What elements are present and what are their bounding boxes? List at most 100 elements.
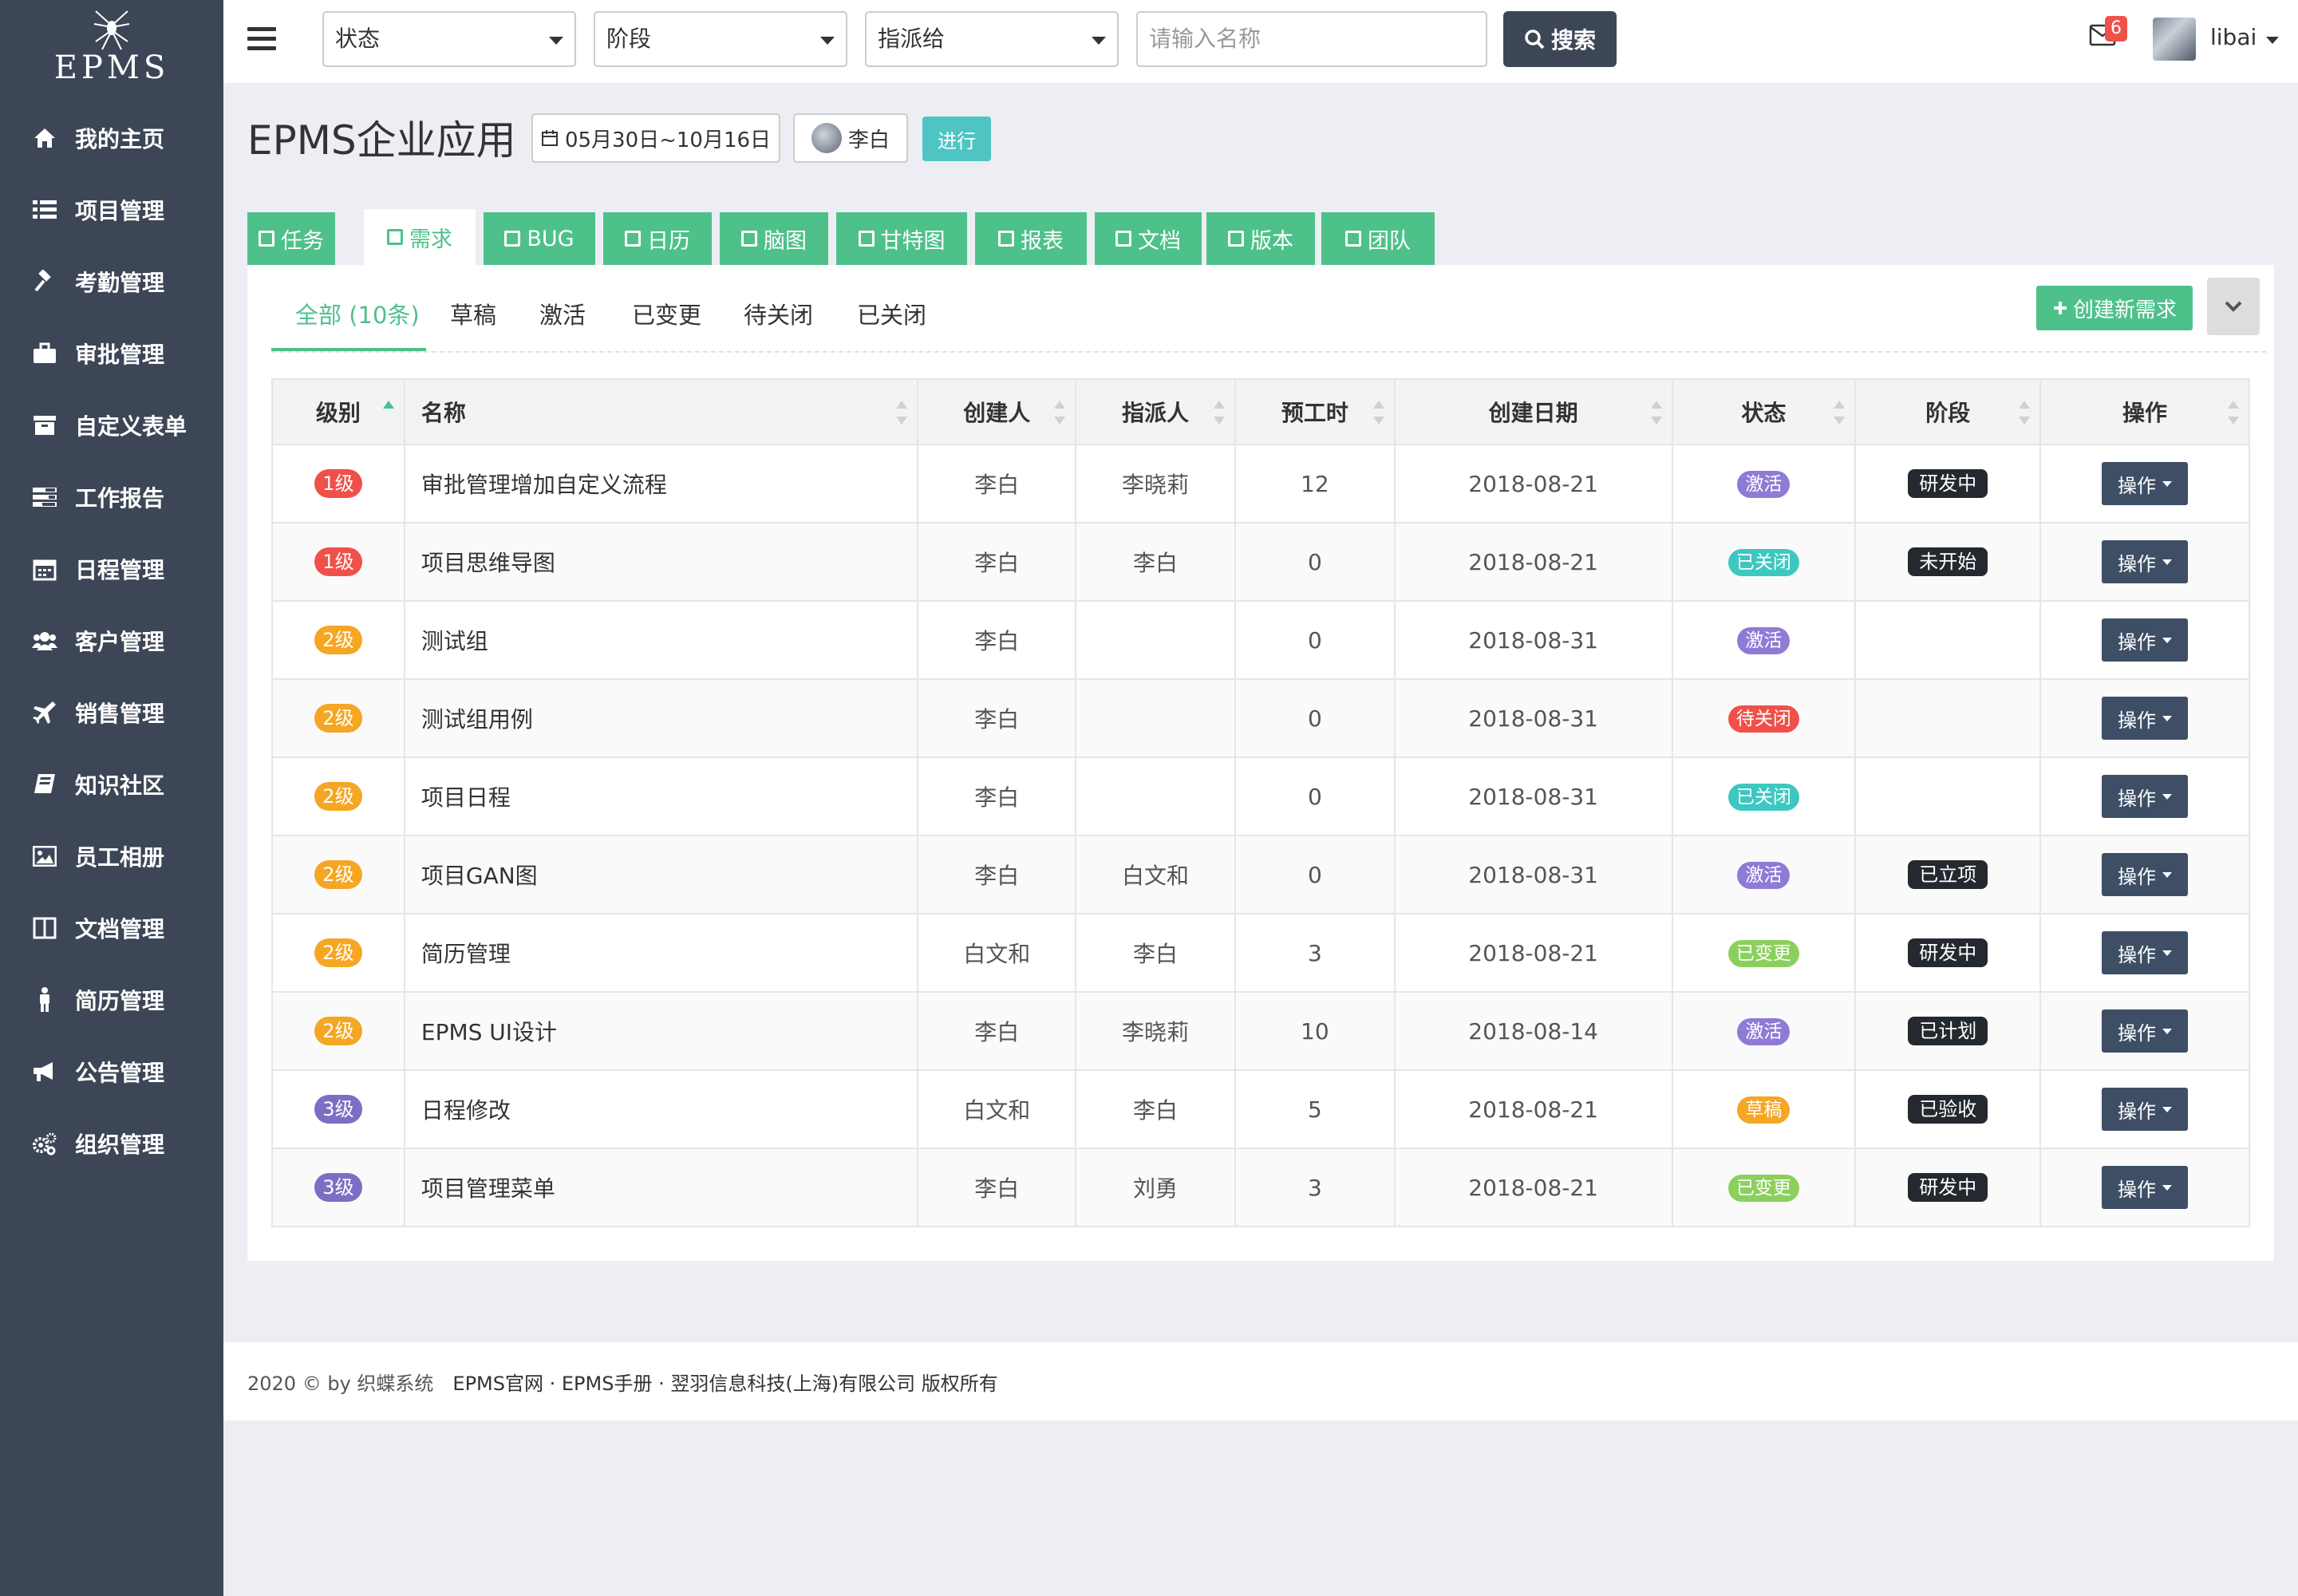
action-dropdown-button[interactable]: 操作 xyxy=(2102,775,2189,818)
module-tab[interactable]: 文档 xyxy=(1095,212,1202,265)
table-row[interactable]: 2级 测试组用例 李白 0 2018-08-31 待关闭 操作 xyxy=(271,678,2250,758)
module-tab[interactable]: 团队 xyxy=(1321,212,1435,265)
name-cell[interactable]: 项目管理菜单 xyxy=(403,1148,919,1227)
date-range-picker[interactable]: 05月30日~10月16日 xyxy=(531,113,780,163)
sidebar-item[interactable]: 销售管理 xyxy=(0,677,223,749)
column-header-creator[interactable]: 创建人 xyxy=(917,378,1077,445)
module-tab-label: 日历 xyxy=(647,228,690,254)
sidebar-item[interactable]: 考勤管理 xyxy=(0,246,223,318)
username[interactable]: libai xyxy=(2210,24,2257,50)
chevron-down-icon[interactable] xyxy=(2266,37,2279,44)
name-cell[interactable]: 简历管理 xyxy=(403,913,919,993)
column-header-hours[interactable]: 预工时 xyxy=(1234,378,1396,445)
filter-tab[interactable]: 全部 (10条) xyxy=(295,297,420,330)
action-dropdown-button[interactable]: 操作 xyxy=(2102,540,2189,583)
book-icon xyxy=(30,770,59,799)
name-cell[interactable]: 日程修改 xyxy=(403,1069,919,1149)
filter-tab[interactable]: 草稿 xyxy=(450,297,496,330)
table-row[interactable]: 3级 日程修改 白文和 李白 5 2018-08-21 草稿 已验收 操作 xyxy=(271,1069,2250,1149)
action-dropdown-button[interactable]: 操作 xyxy=(2102,853,2189,896)
action-dropdown-button[interactable]: 操作 xyxy=(2102,697,2189,740)
table-row[interactable]: 3级 项目管理菜单 李白 刘勇 3 2018-08-21 已变更 研发中 操作 xyxy=(271,1148,2250,1227)
action-cell: 操作 xyxy=(2039,1148,2250,1227)
name-cell[interactable]: 审批管理增加自定义流程 xyxy=(403,444,919,523)
sidebar-item[interactable]: 工作报告 xyxy=(0,461,223,533)
module-tab[interactable]: 需求 xyxy=(364,209,476,265)
date-cell: 2018-08-31 xyxy=(1393,678,1673,758)
sidebar-item[interactable]: 客户管理 xyxy=(0,605,223,677)
footer-link-manual[interactable]: EPMS手册 xyxy=(562,1373,653,1395)
table-row[interactable]: 2级 简历管理 白文和 李白 3 2018-08-21 已变更 研发中 操作 xyxy=(271,913,2250,993)
chevron-down-icon xyxy=(549,37,563,45)
assignee-filter-select[interactable]: 指派给 xyxy=(865,11,1119,67)
name-cell[interactable]: 项目日程 xyxy=(403,757,919,836)
filter-tab[interactable]: 已变更 xyxy=(632,297,701,330)
column-header-name[interactable]: 名称 xyxy=(403,378,919,445)
action-dropdown-button[interactable]: 操作 xyxy=(2102,1166,2189,1209)
search-input[interactable]: 请输入名称 xyxy=(1136,11,1487,67)
module-tab[interactable]: 日历 xyxy=(603,212,712,265)
name-cell[interactable]: 项目思维导图 xyxy=(403,522,919,602)
image-icon xyxy=(30,842,59,871)
action-label: 操作 xyxy=(2118,709,2157,732)
table-row[interactable]: 2级 项目GAN图 李白 白文和 0 2018-08-31 激活 已立项 操作 xyxy=(271,835,2250,915)
column-header-stage[interactable]: 阶段 xyxy=(1854,378,2042,445)
action-dropdown-button[interactable]: 操作 xyxy=(2102,931,2189,974)
sidebar-item[interactable]: 审批管理 xyxy=(0,318,223,389)
table-row[interactable]: 1级 审批管理增加自定义流程 李白 李晓莉 12 2018-08-21 激活 研… xyxy=(271,444,2250,523)
action-dropdown-button[interactable]: 操作 xyxy=(2102,462,2189,505)
status-filter-select[interactable]: 状态 xyxy=(322,11,576,67)
stage-cell xyxy=(1854,757,2042,836)
menu-toggle-icon[interactable] xyxy=(247,27,276,51)
logo[interactable]: EPMS xyxy=(0,0,223,89)
table-row[interactable]: 1级 项目思维导图 李白 李白 0 2018-08-21 已关闭 未开始 操作 xyxy=(271,522,2250,602)
collapse-button[interactable] xyxy=(2207,278,2260,335)
sidebar-item[interactable]: 文档管理 xyxy=(0,892,223,964)
column-header-level[interactable]: 级别 xyxy=(271,378,405,445)
sidebar-item[interactable]: 我的主页 xyxy=(0,102,223,174)
search-button[interactable]: 搜索 xyxy=(1503,11,1617,67)
sidebar-item[interactable]: 员工相册 xyxy=(0,820,223,892)
module-tab[interactable]: BUG xyxy=(484,212,595,265)
project-owner[interactable]: 李白 xyxy=(793,113,908,163)
table-row[interactable]: 2级 EPMS UI设计 李白 李晓莉 10 2018-08-14 激活 已计划… xyxy=(271,991,2250,1071)
name-cell[interactable]: EPMS UI设计 xyxy=(403,991,919,1071)
create-requirement-button[interactable]: 创建新需求 xyxy=(2036,286,2193,330)
name-cell[interactable]: 测试组 xyxy=(403,600,919,680)
column-header-date[interactable]: 创建日期 xyxy=(1393,378,1673,445)
sidebar-item[interactable]: 知识社区 xyxy=(0,749,223,820)
sidebar-item[interactable]: 简历管理 xyxy=(0,964,223,1036)
sidebar-item-label: 公告管理 xyxy=(75,1060,165,1086)
name-cell[interactable]: 测试组用例 xyxy=(403,678,919,758)
module-tab[interactable]: 版本 xyxy=(1206,212,1315,265)
filter-tab[interactable]: 待关闭 xyxy=(744,297,813,330)
table-row[interactable]: 2级 测试组 李白 0 2018-08-31 激活 操作 xyxy=(271,600,2250,680)
filter-tab[interactable]: 已关闭 xyxy=(857,297,926,330)
filter-tab[interactable]: 激活 xyxy=(539,297,586,330)
name-cell[interactable]: 项目GAN图 xyxy=(403,835,919,915)
action-dropdown-button[interactable]: 操作 xyxy=(2102,1088,2189,1131)
status-badge: 待关闭 xyxy=(1727,705,1799,733)
table-row[interactable]: 2级 项目日程 李白 0 2018-08-31 已关闭 操作 xyxy=(271,757,2250,836)
project-status-badge: 进行 xyxy=(922,117,991,161)
chevron-down-icon xyxy=(2225,301,2242,312)
module-tab[interactable]: 甘特图 xyxy=(836,212,967,265)
level-badge: 3级 xyxy=(314,1173,362,1202)
action-label: 操作 xyxy=(2118,943,2157,966)
sidebar-item[interactable]: 日程管理 xyxy=(0,533,223,605)
sidebar-item[interactable]: 组织管理 xyxy=(0,1108,223,1179)
user-avatar[interactable] xyxy=(2153,18,2196,61)
module-tab[interactable]: 任务 xyxy=(247,212,335,265)
column-header-status[interactable]: 状态 xyxy=(1671,378,1857,445)
sidebar-item[interactable]: 自定义表单 xyxy=(0,389,223,461)
sidebar-item[interactable]: 项目管理 xyxy=(0,174,223,246)
module-tab[interactable]: 报表 xyxy=(975,212,1087,265)
module-tab[interactable]: 脑图 xyxy=(720,212,828,265)
column-header-assignee[interactable]: 指派人 xyxy=(1075,378,1236,445)
sidebar-item[interactable]: 公告管理 xyxy=(0,1036,223,1108)
footer-link-website[interactable]: EPMS官网 xyxy=(452,1373,543,1395)
stage-filter-select[interactable]: 阶段 xyxy=(594,11,847,67)
action-dropdown-button[interactable]: 操作 xyxy=(2102,618,2189,662)
action-dropdown-button[interactable]: 操作 xyxy=(2102,1009,2189,1053)
list-icon xyxy=(30,196,59,224)
